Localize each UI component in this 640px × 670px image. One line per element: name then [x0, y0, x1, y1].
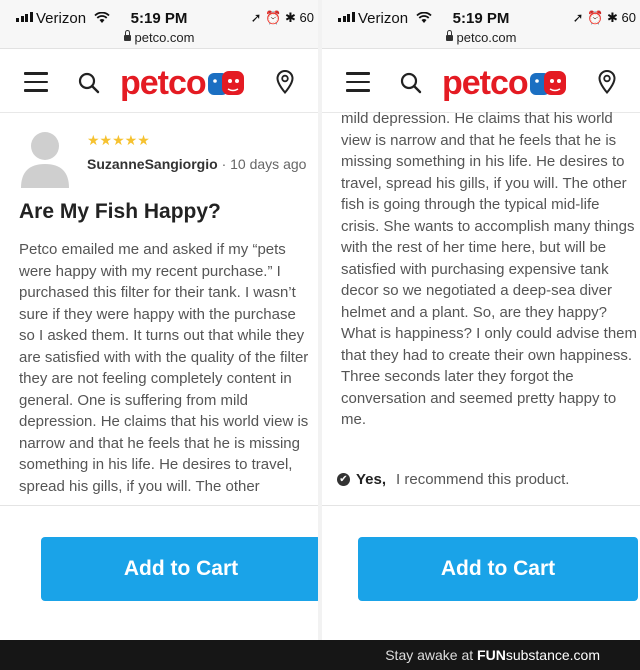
- battery-percent: 60: [299, 10, 314, 25]
- system-icons: ➚ ⏰ ✱ 60: [251, 10, 314, 26]
- status-bar: Verizon 5:19 PM ➚ ⏰ ✱ 60 petco.com: [0, 0, 318, 49]
- screenshot-right: Verizon 5:19 PM ➚ ⏰ ✱ 60 petco.com petco: [322, 0, 640, 640]
- site-header: petco: [322, 50, 640, 113]
- add-to-cart-button[interactable]: Add to Cart: [41, 537, 318, 601]
- logo-text: petco: [442, 64, 529, 102]
- review-title: Are My Fish Happy?: [19, 200, 221, 223]
- check-circle-icon: ✔: [337, 473, 350, 486]
- avatar: [18, 124, 72, 188]
- lock-icon: [445, 30, 453, 41]
- watermark-brand-sub: substance.com: [505, 647, 600, 663]
- alarm-icon: ⏰: [587, 10, 604, 25]
- address-bar[interactable]: petco.com: [322, 30, 640, 45]
- recommendation: ✔ Yes, I recommend this product.: [337, 471, 569, 488]
- recommend-yes: Yes,: [356, 471, 387, 488]
- petco-logo[interactable]: petco: [120, 64, 248, 103]
- pet-logo-icon: [529, 70, 566, 95]
- add-to-cart-button[interactable]: Add to Cart: [358, 537, 638, 601]
- cart-bar: Add to Cart: [0, 505, 318, 640]
- watermark-text: Stay awake at FUNsubstance.com: [385, 647, 600, 663]
- cart-bar: Add to Cart: [322, 505, 640, 640]
- watermark-bar: Stay awake at FUNsubstance.com: [0, 640, 640, 670]
- location-pin-icon[interactable]: [598, 70, 616, 94]
- site-header: petco: [0, 50, 318, 113]
- bluetooth-icon: ✱: [285, 10, 296, 25]
- location-pin-icon[interactable]: [276, 70, 294, 94]
- status-bar: Verizon 5:19 PM ➚ ⏰ ✱ 60 petco.com: [322, 0, 640, 49]
- petco-logo[interactable]: petco: [442, 64, 570, 103]
- location-arrow-icon: ➚: [250, 10, 262, 25]
- recommend-text: I recommend this product.: [396, 471, 570, 488]
- battery-percent: 60: [621, 10, 636, 25]
- review-card: ★★★★★ SuzanneSangiorgio · 10 days ago Ar…: [0, 112, 318, 504]
- review-body: mild depression. He claims that his worl…: [341, 112, 637, 428]
- bluetooth-icon: ✱: [607, 10, 618, 25]
- system-icons: ➚ ⏰ ✱ 60: [573, 10, 636, 26]
- review-meta: SuzanneSangiorgio · 10 days ago: [87, 156, 307, 172]
- url-text: petco.com: [456, 30, 517, 45]
- review-author[interactable]: SuzanneSangiorgio: [87, 156, 218, 172]
- review-date: 10 days ago: [230, 156, 307, 172]
- review-card-continued: mild depression. He claims that his worl…: [322, 112, 640, 504]
- lock-icon: [123, 30, 131, 41]
- star-rating: ★★★★★: [87, 132, 150, 148]
- search-icon[interactable]: [78, 72, 100, 94]
- menu-icon[interactable]: [346, 72, 370, 92]
- screenshot-left: Verizon 5:19 PM ➚ ⏰ ✱ 60 petco.com petco: [0, 0, 318, 640]
- location-arrow-icon: ➚: [572, 10, 584, 25]
- logo-text: petco: [120, 64, 207, 102]
- address-bar[interactable]: petco.com: [0, 30, 318, 45]
- search-icon[interactable]: [400, 72, 422, 94]
- menu-icon[interactable]: [24, 72, 48, 92]
- watermark-tagline: Stay awake at: [385, 647, 474, 663]
- review-body: Petco emailed me and asked if my “pets w…: [19, 241, 309, 495]
- pet-logo-icon: [207, 70, 244, 95]
- watermark-brand-fun: FUN: [477, 647, 506, 663]
- alarm-icon: ⏰: [265, 10, 282, 25]
- url-text: petco.com: [134, 30, 195, 45]
